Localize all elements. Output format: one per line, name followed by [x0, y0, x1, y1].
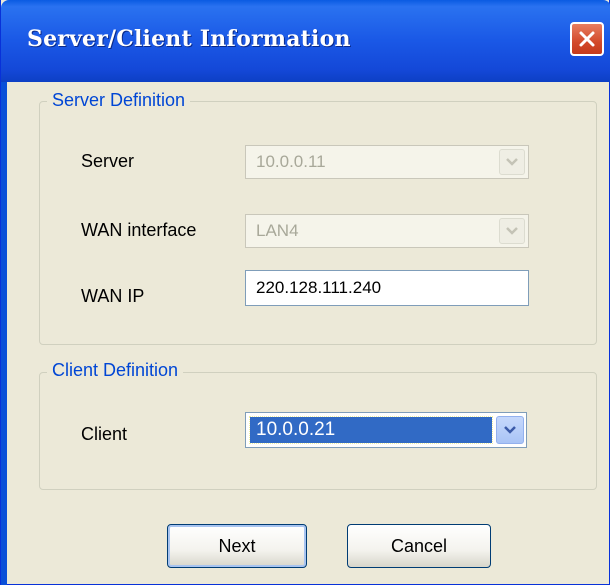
- wan-interface-dropdown-button: [499, 218, 525, 244]
- wan-interface-label: WAN interface: [81, 220, 197, 240]
- server-definition-legend: Server Definition: [47, 90, 191, 111]
- server-select-value: 10.0.0.11: [256, 152, 326, 171]
- wan-interface-select: LAN4: [245, 214, 529, 248]
- client-dropdown-button[interactable]: [496, 416, 524, 444]
- client-definition-legend: Client Definition: [47, 360, 184, 381]
- next-button[interactable]: Next: [167, 524, 307, 568]
- client-select[interactable]: 10.0.0.21: [245, 412, 527, 448]
- window-title: Server/Client Information: [27, 26, 351, 52]
- dialog-window: Server/Client Information Server Definit…: [0, 0, 610, 585]
- wan-interface-select-value: LAN4: [256, 221, 299, 240]
- window-left-border: [1, 82, 7, 585]
- client-label: Client: [81, 424, 128, 444]
- wan-ip-label: WAN IP: [81, 286, 145, 306]
- close-icon: [579, 31, 595, 47]
- client-selection-highlight: 10.0.0.21: [249, 416, 493, 444]
- server-select: 10.0.0.11: [245, 145, 529, 179]
- title-bar[interactable]: Server/Client Information: [1, 0, 610, 82]
- chevron-down-icon: [506, 158, 518, 166]
- wan-ip-field[interactable]: 220.128.111.240: [245, 270, 529, 306]
- server-dropdown-button: [499, 149, 525, 175]
- client-select-value: 10.0.0.21: [256, 419, 336, 440]
- cancel-button[interactable]: Cancel: [347, 524, 491, 568]
- chevron-down-icon: [504, 426, 516, 434]
- close-button[interactable]: [570, 22, 604, 56]
- server-label: Server: [81, 151, 135, 171]
- chevron-down-icon: [506, 227, 518, 235]
- wan-ip-value: 220.128.111.240: [256, 278, 382, 297]
